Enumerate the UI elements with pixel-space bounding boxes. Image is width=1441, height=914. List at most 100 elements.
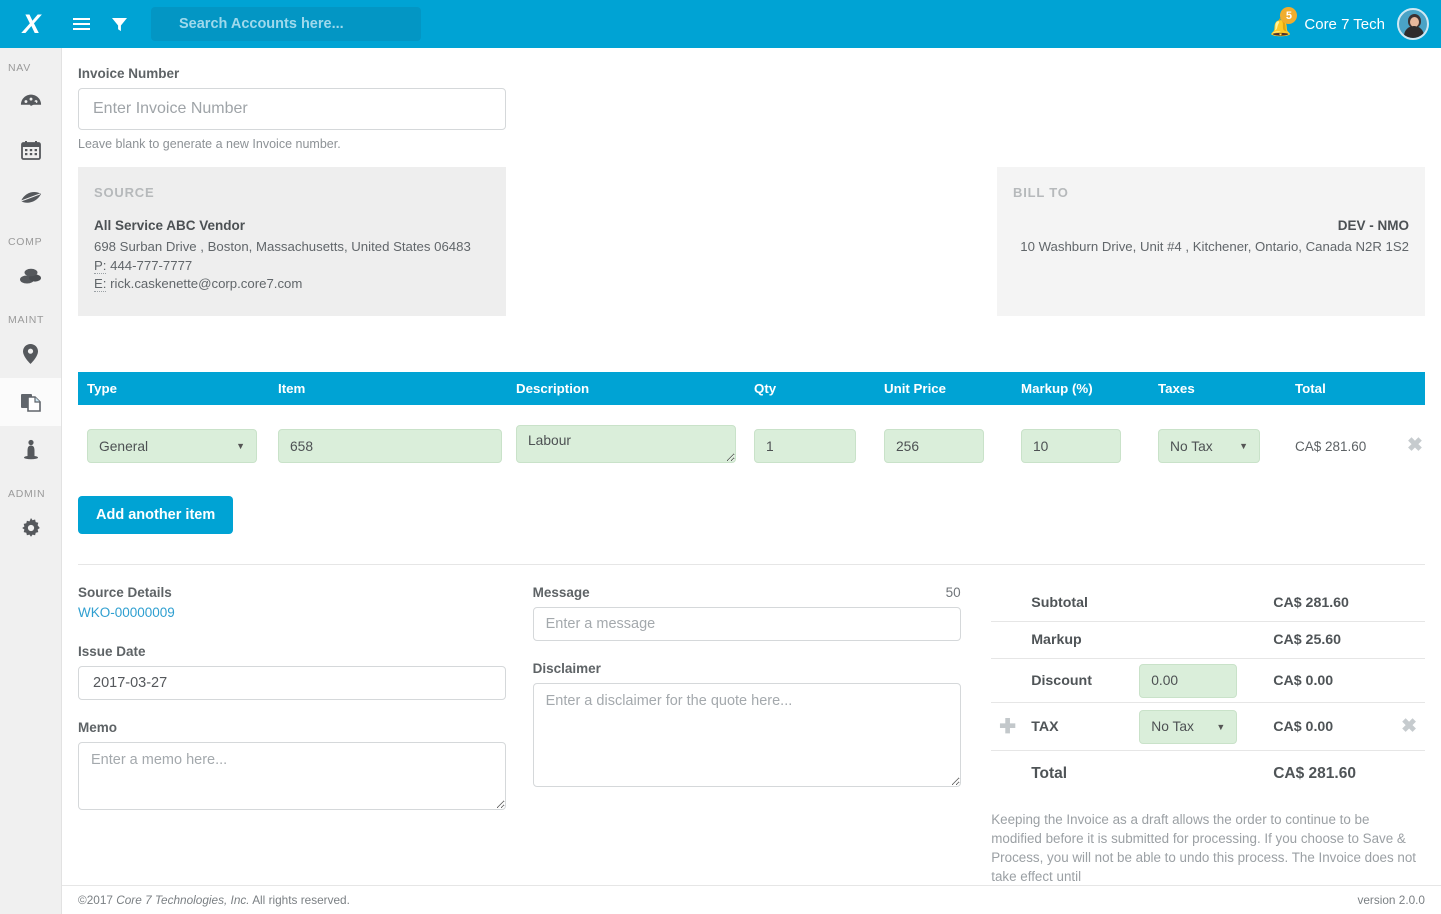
username-label[interactable]: Core 7 Tech: [1304, 16, 1385, 33]
discount-input[interactable]: [1139, 663, 1238, 698]
totals-note: Keeping the Invoice as a draft allows th…: [991, 812, 1417, 885]
disclaimer-textarea[interactable]: [532, 683, 961, 788]
sidebar-item-assets[interactable]: [0, 252, 61, 300]
source-panel-title: SOURCE: [94, 185, 155, 200]
invoice-number-input[interactable]: [78, 88, 506, 130]
issue-date-input[interactable]: [78, 666, 506, 701]
discount-value: CA$ 0.00: [1273, 672, 1334, 689]
close-icon[interactable]: ✖: [1407, 435, 1423, 456]
column-header-taxes: Taxes: [1158, 381, 1195, 397]
type-select-value: General: [99, 438, 149, 454]
totals-row-subtotal: Subtotal CA$ 281.60: [991, 585, 1426, 623]
blocks-icon: [19, 266, 43, 286]
cell-qty: [754, 429, 884, 464]
tax-select[interactable]: No Tax ▼: [1139, 709, 1238, 744]
dashboard-gauge-icon: [20, 93, 42, 111]
totals-column: Subtotal CA$ 281.60 Markup CA$ 25.60 Dis…: [991, 585, 1426, 885]
source-phone: 444-777-7777: [110, 257, 193, 273]
sidebar-item-people[interactable]: [0, 426, 61, 474]
source-email: rick.caskenette@corp.core7.com: [110, 276, 303, 292]
memo-textarea[interactable]: [78, 742, 506, 811]
message-header: Message 50: [533, 585, 961, 607]
sidebar-item-settings[interactable]: [0, 504, 61, 552]
map-pin-icon: [23, 344, 38, 364]
message-input[interactable]: [532, 607, 961, 642]
top-bar-right: 🔔 5 Core 7 Tech: [1266, 7, 1441, 40]
source-address: 698 Surban Drive , Boston, Massachusetts…: [94, 239, 471, 254]
close-icon[interactable]: ✖: [1401, 717, 1425, 736]
sidebar: NAV COMP MAINT ADMIN: [0, 48, 62, 914]
notifications-button[interactable]: 🔔 5: [1266, 7, 1298, 39]
section-divider: [78, 564, 1425, 566]
table-row: General ▼ Labour: [78, 418, 1425, 474]
bill-to-panel: BILL TO DEV - NMO 10 Washburn Drive, Uni…: [997, 167, 1425, 317]
qty-input[interactable]: [754, 429, 856, 464]
person-icon: [21, 439, 41, 461]
cell-type: General ▼: [78, 429, 278, 464]
gear-icon: [21, 518, 41, 538]
footer-copyright-suffix: All rights reserved.: [249, 893, 350, 907]
markup-label: Markup: [1031, 632, 1082, 649]
bottom-section: Source Details WKO-00000009 Issue Date M…: [78, 585, 1426, 885]
filter-icon[interactable]: [100, 0, 138, 48]
logo-x-icon: X: [22, 8, 40, 39]
taxes-select-value: No Tax: [1170, 438, 1213, 454]
totals-row-discount: Discount CA$ 0.00: [991, 659, 1426, 704]
cell-taxes: No Tax ▼: [1158, 429, 1295, 464]
app-logo[interactable]: X: [0, 0, 62, 48]
footer-company: Core 7 Technologies, Inc.: [116, 893, 250, 907]
invoice-number-label: Invoice Number: [78, 66, 180, 81]
taxes-select[interactable]: No Tax ▼: [1158, 429, 1260, 464]
description-textarea[interactable]: Labour: [516, 424, 736, 463]
column-header-markup: Markup (%): [1021, 381, 1093, 397]
disclaimer-label: Disclaimer: [532, 661, 601, 677]
item-input[interactable]: [278, 429, 502, 464]
sidebar-item-calendar[interactable]: [0, 126, 61, 174]
cell-description: Labour: [516, 424, 754, 468]
search-input[interactable]: [151, 7, 421, 41]
sidebar-item-leaf[interactable]: [0, 174, 61, 222]
hamburger-icon[interactable]: [62, 0, 100, 48]
sidebar-item-locations[interactable]: [0, 330, 61, 378]
cell-markup: [1021, 429, 1158, 464]
add-another-item-button[interactable]: Add another item: [78, 496, 234, 535]
main-content: Invoice Number Leave blank to generate a…: [62, 48, 1441, 885]
cell-unit-price: [884, 429, 1021, 464]
type-select[interactable]: General ▼: [87, 429, 257, 464]
notification-badge: 5: [1280, 7, 1298, 24]
column-header-unit-price: Unit Price: [884, 381, 947, 397]
documents-icon: [20, 392, 42, 412]
source-email-row: E: rick.caskenette@corp.core7.com: [94, 275, 490, 294]
source-phone-row: P: 444-777-7777: [94, 257, 490, 276]
bill-to-panel-title: BILL TO: [1013, 185, 1069, 200]
tax-select-value: No Tax: [1151, 719, 1194, 735]
source-name: All Service ABC Vendor: [94, 218, 246, 233]
calendar-icon: [20, 140, 41, 160]
sidebar-item-documents[interactable]: [0, 378, 61, 426]
address-panels: SOURCE All Service ABC Vendor 698 Surban…: [78, 167, 1425, 317]
column-header-qty: Qty: [754, 381, 777, 397]
invoice-number-hint: Leave blank to generate a new Invoice nu…: [78, 137, 341, 151]
sidebar-item-dashboard[interactable]: [0, 78, 61, 126]
footer-copyright: ©2017 Core 7 Technologies, Inc. All righ…: [78, 893, 350, 907]
unit-price-input[interactable]: [884, 429, 984, 464]
total-value: CA$ 281.60: [1273, 765, 1356, 783]
cell-item: [278, 429, 516, 464]
avatar[interactable]: [1397, 8, 1429, 40]
tax-value: CA$ 0.00: [1273, 718, 1334, 735]
items-table-header: Type Item Description Qty Unit Price Mar…: [78, 372, 1425, 406]
markup-input[interactable]: [1021, 429, 1121, 464]
footer-copyright-prefix: ©2017: [78, 893, 117, 907]
column-header-total: Total: [1295, 381, 1326, 397]
plus-icon[interactable]: ✚: [999, 717, 1016, 737]
source-phone-label: P:: [94, 257, 107, 274]
source-details-link[interactable]: WKO-00000009: [78, 605, 175, 620]
discount-label: Discount: [1031, 672, 1092, 689]
subtotal-value: CA$ 281.60: [1273, 595, 1349, 612]
subtotal-label: Subtotal: [1031, 595, 1088, 612]
leaf-icon: [20, 190, 42, 206]
totals-row-markup: Markup CA$ 25.60: [991, 622, 1426, 660]
footer-bar: ©2017 Core 7 Technologies, Inc. All righ…: [62, 885, 1441, 914]
totals-row-total: Total CA$ 281.60: [991, 751, 1425, 797]
totals-row-tax: ✚ TAX No Tax ▼ CA$ 0.00 ✖: [991, 703, 1426, 752]
